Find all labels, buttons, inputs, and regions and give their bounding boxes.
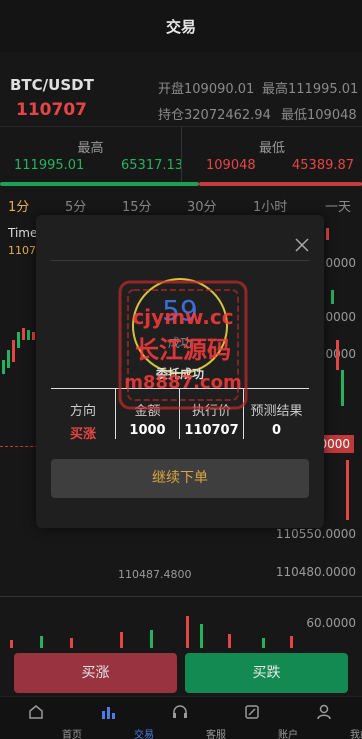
svg-text:m8887.com: m8887.com: [124, 372, 241, 393]
candle: [22, 328, 25, 340]
watermark-seal: cjymw.cc 长江源码 m8887.com: [118, 280, 248, 410]
candle: [336, 340, 339, 370]
low-value-2: 45389.87: [292, 158, 355, 173]
ratio-bar-red: [199, 182, 362, 186]
volume-bar: [120, 632, 123, 648]
tab-mine-label: 我的: [350, 730, 362, 739]
chart-icon: [102, 707, 115, 719]
wallet-icon: [245, 705, 259, 719]
tab-15min[interactable]: 15分: [122, 196, 152, 215]
open-stat: 开盘109090.01: [158, 82, 255, 97]
candle: [17, 332, 20, 348]
high-stat: 最高111995.01: [262, 82, 359, 97]
svg-text:cjymw.cc: cjymw.cc: [132, 305, 233, 329]
volume-bar: [200, 624, 203, 648]
tab-mine[interactable]: 我的: [288, 697, 362, 739]
bottom-tabbar: 首页 交易 客服 账户 我: [0, 696, 362, 739]
volume-bar: [186, 616, 189, 648]
quote-panel: BTC/USDT 110707 开盘109090.01 最高111995.01 …: [0, 52, 362, 126]
user-icon: [317, 704, 331, 720]
volume-bar: [40, 636, 43, 648]
trade-actions: 买涨 买跌: [0, 653, 362, 695]
tab-1day[interactable]: 一天: [325, 196, 351, 215]
candle: [346, 460, 349, 520]
candle: [32, 332, 35, 340]
last-price: 110707: [16, 100, 87, 120]
tab-account[interactable]: 账户: [216, 697, 298, 739]
volume-bar: [290, 636, 293, 648]
page-title: 交易: [165, 17, 196, 36]
trade-page: 交易 BTC/USDT 110707 开盘109090.01 最高111995.…: [0, 0, 362, 739]
tab-5min[interactable]: 5分: [65, 196, 86, 215]
ratio-bar-green: [0, 182, 200, 186]
continue-order-button[interactable]: 继续下单: [51, 459, 309, 498]
ratio-bar: [0, 182, 362, 186]
candle: [2, 360, 5, 374]
tab-1hour[interactable]: 1小时: [253, 196, 287, 215]
pair-name: BTC/USDT: [10, 76, 94, 94]
exec-price-value: 110707: [184, 423, 239, 438]
result-value: 0: [271, 423, 282, 438]
direction-value: 买涨: [69, 427, 96, 442]
dialog-divider: [51, 260, 309, 261]
candle: [12, 340, 15, 362]
high-value-2: 65317.13: [121, 158, 184, 173]
svg-text:长江源码: 长江源码: [135, 336, 231, 364]
low-column: 最低 109048 45389.87: [181, 127, 362, 185]
buy-up-button[interactable]: 买涨: [14, 653, 177, 693]
volume-bar: [228, 634, 231, 648]
candle: [326, 228, 329, 240]
hold-stat: 持仓32072462.94: [158, 108, 271, 123]
high-label: 最高: [77, 141, 104, 156]
home-icon: [29, 705, 43, 719]
volume-bar: [10, 640, 13, 648]
tab-service[interactable]: 客服: [144, 697, 226, 739]
candle: [341, 370, 344, 406]
low-stat: 最低109048: [281, 108, 357, 123]
candle: [27, 330, 30, 340]
candle: [7, 350, 10, 368]
high-column: 最高 111995.01 65317.13: [0, 127, 184, 185]
high-low-panel: 最高 111995.01 65317.13 最低 109048 45389.87: [0, 126, 362, 185]
low-value-1: 109048: [206, 158, 256, 173]
low-label: 最低: [258, 141, 285, 156]
close-icon[interactable]: [294, 237, 310, 253]
candles-left: [2, 328, 35, 374]
volume-bar: [262, 638, 265, 648]
candles-right: [326, 228, 349, 520]
tab-30min[interactable]: 30分: [187, 196, 217, 215]
buy-down-button[interactable]: 买跌: [185, 653, 348, 693]
candle: [331, 290, 334, 304]
volume-bar: [70, 638, 73, 648]
high-value-1: 111995.01: [14, 158, 85, 173]
amount-value: 1000: [129, 423, 166, 438]
volume-bar: [150, 630, 153, 648]
app-header: 交易: [0, 0, 362, 52]
headset-icon: [173, 705, 187, 718]
tab-trade[interactable]: 交易: [72, 697, 154, 739]
tab-home[interactable]: 首页: [0, 697, 82, 739]
tab-1min[interactable]: 1分: [8, 196, 29, 215]
volume-bars: [10, 616, 293, 648]
